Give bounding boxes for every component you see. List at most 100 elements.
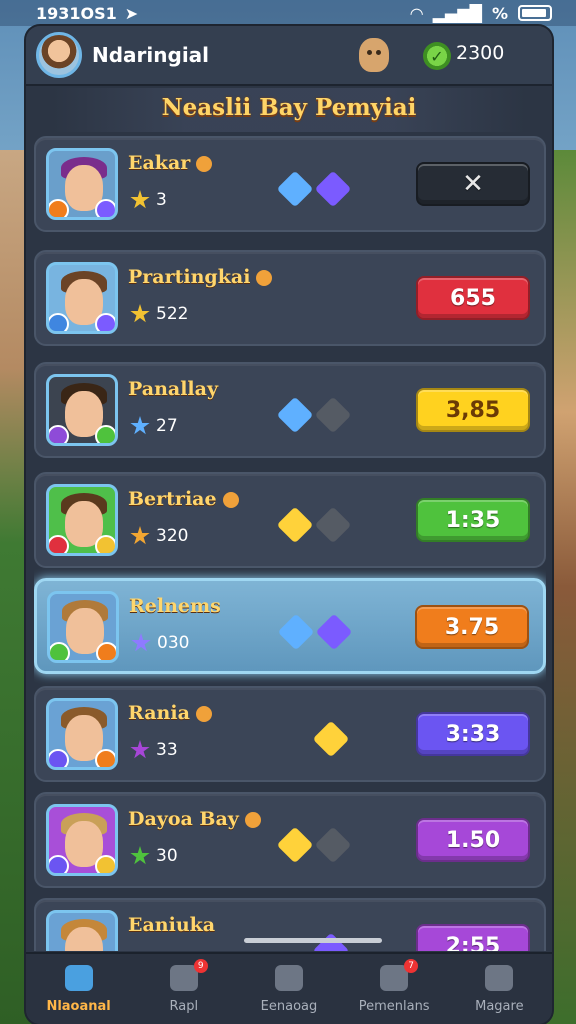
player-portrait [47, 591, 119, 663]
player-name: Eaniuka [128, 914, 216, 936]
player-portrait [46, 148, 118, 220]
action-button[interactable]: 3,85 [416, 388, 530, 432]
battery-icon [518, 5, 552, 21]
class-badge-icon [49, 425, 69, 443]
battery-percent: % [491, 3, 508, 23]
nav-item-shop[interactable]: Eenaoag [239, 964, 339, 1014]
player-score: 522 [130, 304, 188, 324]
nav-item-map[interactable]: Magare [449, 964, 549, 1014]
player-name: Ndaringial [92, 43, 210, 67]
player-score: 320 [130, 526, 188, 546]
emoji-icon [195, 706, 212, 722]
rank-badge-icon [96, 642, 116, 660]
player-name: Dayoa Bay [128, 808, 261, 830]
map-icon [485, 964, 514, 991]
player-avatar[interactable] [36, 32, 82, 78]
player-score: 3 [130, 190, 167, 210]
nav-item-chat[interactable]: 9 Rapl [134, 958, 234, 1014]
gem-icon [277, 613, 315, 651]
rank-badge-icon [95, 855, 115, 873]
player-score: 27 [130, 416, 178, 436]
player-portrait [46, 698, 118, 770]
location-icon: ➤ [124, 3, 139, 23]
score-value: 27 [156, 416, 178, 436]
signal-icon: ▂▄▆█ [432, 3, 482, 23]
player-portrait [46, 910, 118, 951]
gem-icon [314, 506, 352, 544]
class-badge-icon [49, 199, 69, 217]
list-item[interactable]: Dayoa Bay 30 1.50 [34, 792, 546, 888]
player-score: 030 [131, 633, 189, 653]
list-item[interactable]: Relnems 030 3.75 [34, 578, 546, 674]
nav-label: Nlaoanal [46, 998, 111, 1014]
action-button[interactable]: ✕ [416, 162, 530, 206]
gem-icon [315, 613, 353, 651]
rank-badge-icon [95, 199, 115, 217]
shop-icon [274, 964, 303, 991]
action-button[interactable]: 2:55 [416, 924, 530, 951]
player-portrait [46, 804, 118, 876]
list-item[interactable]: Eakar 3 ✕ [34, 136, 546, 232]
emoji-icon [244, 812, 261, 828]
score-value: 33 [156, 740, 178, 760]
player-name: Eakar [128, 152, 213, 174]
score-value: 522 [156, 304, 189, 324]
gem-icon [314, 396, 352, 434]
nav-item-mail[interactable]: 7 Pemenlans [344, 958, 444, 1014]
player-name: Relnems [129, 595, 221, 617]
class-badge-icon [49, 855, 69, 873]
star-icon [131, 633, 151, 652]
nav-label: Magare [475, 998, 524, 1014]
star-icon [130, 190, 150, 209]
nav-label: Eenaoag [260, 998, 318, 1014]
status-time: 1931OS1 [36, 3, 117, 23]
list-item[interactable]: Eaniuka 2:55 [34, 898, 546, 951]
class-badge-icon [49, 749, 69, 767]
nav-label: Rapl [169, 998, 199, 1014]
emoji-icon [256, 270, 273, 286]
coin-icon: ✓ [423, 42, 451, 70]
profile-bar: Ndaringial ✓ 2300 [26, 26, 552, 86]
emoji-icon [196, 156, 213, 172]
action-button[interactable]: 1:35 [416, 498, 530, 542]
action-button[interactable]: 3.75 [415, 605, 529, 649]
coin-count: 2300 [456, 42, 505, 64]
score-value: 320 [156, 526, 189, 546]
list-item[interactable]: Bertriae 320 1:35 [34, 472, 546, 568]
wifi-icon: ◠ [410, 3, 423, 23]
scroll-handle[interactable] [244, 938, 382, 943]
bottom-nav: Nlaoanal 9 Rapl Eenaoag 7 Pemenlans Maga… [26, 952, 552, 1024]
gem-icon [276, 826, 314, 864]
gem-icon [276, 396, 314, 434]
list-item[interactable]: Prartingkai 522 655 [34, 250, 546, 346]
score-value: 3 [156, 190, 167, 210]
star-icon [130, 526, 150, 545]
list-item[interactable]: Rania 33 3:33 [34, 686, 546, 782]
notification-badge: 7 [404, 958, 419, 973]
gem-icon [312, 720, 350, 758]
notification-badge: 9 [193, 958, 208, 973]
player-portrait [46, 262, 118, 334]
emoji-icon [222, 492, 239, 508]
rank-badge-icon [95, 749, 115, 767]
action-button[interactable]: 3:33 [416, 712, 530, 756]
player-name: Bertriae [128, 488, 239, 510]
action-button[interactable]: 1.50 [416, 818, 530, 862]
status-bar: 1931OS1 ➤ ◠ ▂▄▆█ % [0, 0, 576, 26]
player-score: 30 [130, 846, 178, 866]
class-badge-icon [49, 313, 69, 331]
mascot-icon[interactable] [359, 38, 389, 72]
player-name: Rania [128, 702, 212, 724]
class-badge-icon [49, 535, 69, 553]
action-button[interactable]: 655 [416, 276, 530, 320]
gem-icon [276, 506, 314, 544]
player-list[interactable]: Eakar 3 ✕ Prartingkai 522 655 Panallay 2… [34, 136, 546, 951]
gem-slots [276, 396, 352, 434]
star-icon [130, 304, 150, 323]
star-icon [130, 740, 150, 759]
player-name: Panallay [128, 378, 218, 400]
list-item[interactable]: Panallay 27 3,85 [34, 362, 546, 458]
rank-badge-icon [95, 313, 115, 331]
nav-item-home[interactable]: Nlaoanal [29, 964, 129, 1014]
nav-label: Pemenlans [358, 998, 430, 1014]
